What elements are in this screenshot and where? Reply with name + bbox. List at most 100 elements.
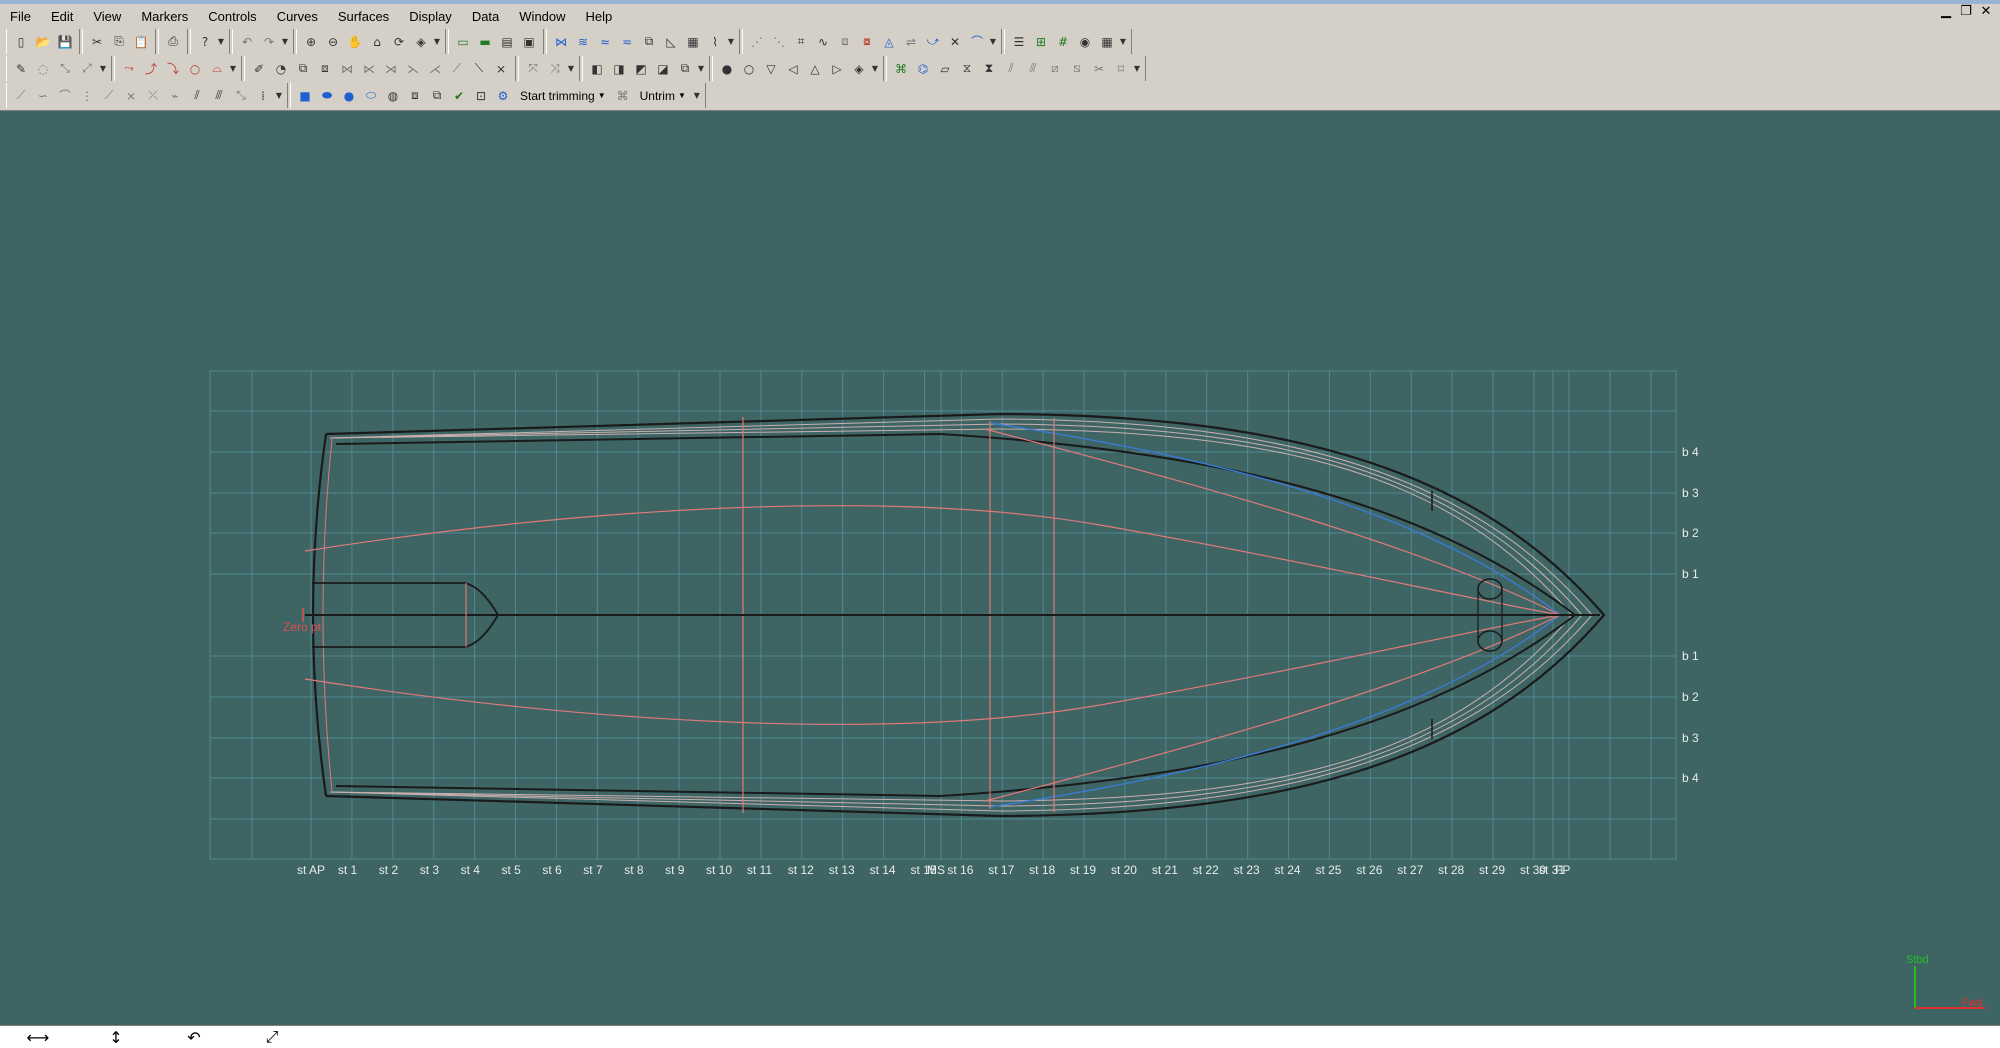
circle-icon[interactable]: ○	[738, 58, 760, 80]
scale-icon[interactable]: ⤧	[522, 58, 544, 80]
solid-box-icon[interactable]: ■	[294, 85, 316, 107]
solid-disc-icon[interactable]: ⬭	[360, 85, 382, 107]
zigzag-icon[interactable]: ⌁	[164, 85, 186, 107]
developable-dropdown-icon[interactable]: ▼	[1132, 58, 1142, 80]
trim-check-icon[interactable]: ✔	[448, 85, 470, 107]
extend-icon[interactable]: ⋋	[402, 58, 424, 80]
markers-icon[interactable]: ⋈	[550, 31, 572, 53]
trim-surface-icon[interactable]: ⧄	[1044, 58, 1066, 80]
edges-icon[interactable]: ⌗	[790, 31, 812, 53]
surface-icon[interactable]: ◧	[586, 58, 608, 80]
cone-icon[interactable]: ▽	[760, 58, 782, 80]
cut-icon[interactable]: ✂	[86, 31, 108, 53]
save-icon[interactable]: 💾	[54, 31, 76, 53]
buttocks-icon[interactable]: ≈	[594, 31, 616, 53]
menu-controls[interactable]: Controls	[198, 7, 266, 26]
extend-line-icon[interactable]: ⤡	[230, 85, 252, 107]
dot-grid-icon[interactable]: ⁞	[252, 85, 274, 107]
pyramid-icon[interactable]: △	[804, 58, 826, 80]
copy-icon[interactable]: ⎘	[108, 31, 130, 53]
shading-icon[interactable]: ◬	[878, 31, 900, 53]
menu-curves[interactable]: Curves	[267, 7, 328, 26]
layer-list-icon[interactable]: ☰	[1008, 31, 1030, 53]
knot-icon[interactable]: ✕	[944, 31, 966, 53]
flowlines-icon[interactable]: ∿	[812, 31, 834, 53]
surface-copy-icon[interactable]: ⧉	[674, 58, 696, 80]
view-dropdown-icon[interactable]: ▼	[432, 31, 442, 53]
shell-icon[interactable]: ⧗	[978, 58, 1000, 80]
copy-object-icon[interactable]: ⧉	[292, 58, 314, 80]
zoom-in-icon[interactable]: ⊕	[300, 31, 322, 53]
cross-line-icon[interactable]: ⨯	[120, 85, 142, 107]
profile-view-icon[interactable]: ▬	[474, 31, 496, 53]
offset-surface-icon[interactable]: ⧅	[1066, 58, 1088, 80]
copy-curve-icon[interactable]: ⧈	[834, 31, 856, 53]
surface-dropdown-icon[interactable]: ▼	[696, 58, 706, 80]
sections-icon[interactable]: ≋	[572, 31, 594, 53]
new-file-icon[interactable]: ▯	[10, 31, 32, 53]
relate-icon[interactable]: ⟍	[468, 58, 490, 80]
control-points-icon[interactable]: ⋱	[768, 31, 790, 53]
select-view-icon[interactable]: ◈	[410, 31, 432, 53]
analysis-dropdown-icon[interactable]: ▼	[726, 31, 736, 53]
restore-button[interactable]: ❐	[1958, 4, 1974, 20]
join-icon[interactable]: ⋉	[358, 58, 380, 80]
strake-icon[interactable]: ⧖	[956, 58, 978, 80]
trim-tools-dropdown-icon[interactable]: ▼	[274, 85, 284, 107]
delete-curve-icon[interactable]: ⧇	[856, 31, 878, 53]
deform-icon[interactable]: ◈	[848, 58, 870, 80]
curves-dropdown-icon[interactable]: ▼	[228, 58, 238, 80]
develop-icon[interactable]: ⌘	[890, 58, 912, 80]
trim-lock-icon[interactable]: ⊡	[470, 85, 492, 107]
spline-icon[interactable]: ∽	[32, 85, 54, 107]
hull-plan-view[interactable]: st AP st 1 st 2 st 3 st 4 st 5 st 6 st 7 st 8 st …	[0, 111, 2000, 1026]
blend-icon[interactable]: ⤻	[922, 31, 944, 53]
circle-curve-icon[interactable]: ○	[184, 58, 206, 80]
close-button[interactable]: ✕	[1978, 4, 1994, 20]
minimize-button[interactable]: ▁	[1938, 4, 1954, 20]
zoom-out-icon[interactable]: ⊖	[322, 31, 344, 53]
lasso-icon[interactable]: ◌	[32, 58, 54, 80]
pan-horizontal-icon[interactable]: ⟷	[18, 1028, 58, 1047]
seam-icon[interactable]: ⫽	[1000, 58, 1022, 80]
add-curve-icon[interactable]: ⤳	[118, 58, 140, 80]
perspective-view-icon[interactable]: ▣	[518, 31, 540, 53]
transform-dropdown-icon[interactable]: ▼	[566, 58, 576, 80]
menu-data[interactable]: Data	[462, 7, 509, 26]
unwrap-icon[interactable]: ⌬	[912, 58, 934, 80]
plan-viewport[interactable]: st AP st 1 st 2 st 3 st 4 st 5 st 6 st 7 st 8 st …	[0, 110, 2000, 1025]
intersect-icon[interactable]: ⨯	[490, 58, 512, 80]
menu-edit[interactable]: Edit	[41, 7, 83, 26]
pen-icon[interactable]: ✎	[10, 58, 32, 80]
curvature-icon[interactable]: ◺	[660, 31, 682, 53]
pick-point-icon[interactable]: ⤡	[54, 58, 76, 80]
control-dropdown-icon[interactable]: ▼	[988, 31, 998, 53]
body-view-icon[interactable]: ▤	[496, 31, 518, 53]
undo-icon[interactable]: ↶	[236, 31, 258, 53]
cut-surface-icon[interactable]: ✂	[1088, 58, 1110, 80]
untrim-button[interactable]: Untrim ▼	[634, 89, 692, 103]
control-net-icon[interactable]: ⋰	[746, 31, 768, 53]
trim-settings-icon[interactable]: ⚙	[492, 85, 514, 107]
open-file-icon[interactable]: 📂	[32, 31, 54, 53]
surface-join-icon[interactable]: ◩	[630, 58, 652, 80]
rotate-icon[interactable]: ↶	[174, 1028, 214, 1047]
render-icon[interactable]: ◉	[1074, 31, 1096, 53]
diagonals-icon[interactable]: ⧉	[638, 31, 660, 53]
menu-help[interactable]: Help	[576, 7, 623, 26]
mirror-icon[interactable]: ⇌	[900, 31, 922, 53]
solid-cylinder-icon[interactable]: ⬬	[316, 85, 338, 107]
hatch-icon[interactable]: ⫽	[186, 85, 208, 107]
surface-split-icon[interactable]: ◪	[652, 58, 674, 80]
vertical-line-icon[interactable]: ⋮	[76, 85, 98, 107]
zoom-fit-icon[interactable]: ⤢	[252, 1027, 292, 1047]
print-icon[interactable]: ⎙	[162, 31, 184, 53]
arrow-icon[interactable]: ▷	[826, 58, 848, 80]
plate-icon[interactable]: ▱	[934, 58, 956, 80]
redo-dropdown-icon[interactable]: ▼	[280, 31, 290, 53]
intersect-line-icon[interactable]: ⤫	[142, 85, 164, 107]
menu-surfaces[interactable]: Surfaces	[328, 7, 399, 26]
trim-region-icon[interactable]: ⧈	[404, 85, 426, 107]
pan-hand-icon[interactable]: ✋	[344, 31, 366, 53]
grid-icon[interactable]: #	[1052, 31, 1074, 53]
